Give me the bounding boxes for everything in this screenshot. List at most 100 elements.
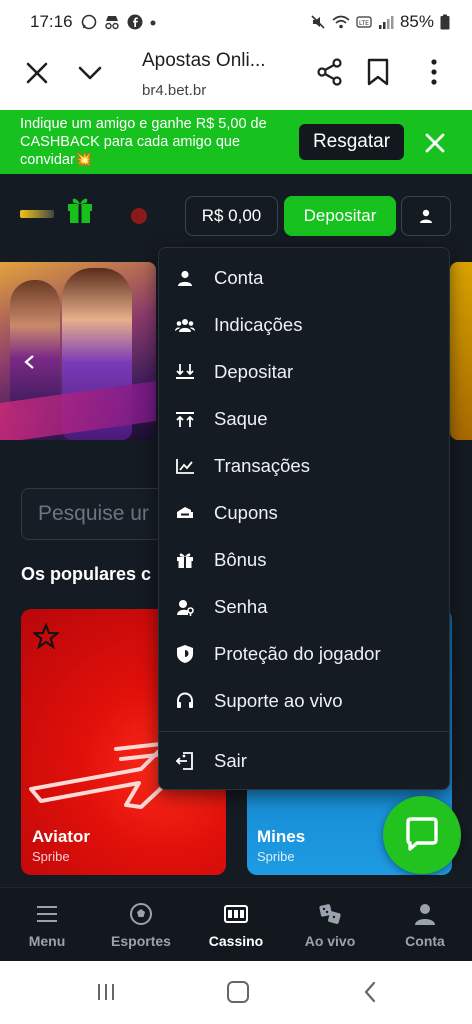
back-icon[interactable] xyxy=(362,981,378,1003)
deposit-button[interactable]: Depositar xyxy=(284,196,396,236)
headset-icon xyxy=(174,690,196,712)
menu-item-senha[interactable]: Senha xyxy=(159,583,449,630)
wifi-icon xyxy=(332,15,350,29)
transactions-chart-icon xyxy=(174,455,196,477)
menu-item-label: Indicações xyxy=(214,313,303,335)
slot-machine-icon xyxy=(224,905,248,923)
promo-banner: Indique um amigo e ganhe R$ 5,00 de CASH… xyxy=(0,110,472,174)
menu-item-suporte[interactable]: Suporte ao vivo xyxy=(159,677,449,724)
svg-text:LTE: LTE xyxy=(359,20,369,27)
menu-item-label: Senha xyxy=(214,595,268,617)
nav-item-ao-vivo[interactable]: Ao vivo xyxy=(283,888,377,962)
menu-item-label: Transações xyxy=(214,454,310,476)
menu-divider xyxy=(159,731,449,732)
incognito-icon xyxy=(104,16,119,30)
nav-item-conta[interactable]: Conta xyxy=(378,888,472,962)
home-icon[interactable] xyxy=(227,981,249,1003)
banner-figure xyxy=(10,280,60,410)
more-vert-icon[interactable] xyxy=(424,58,444,86)
share-icon[interactable] xyxy=(316,58,344,86)
arrow-left-icon[interactable] xyxy=(22,354,38,370)
menu-item-protecao-jogador[interactable]: Proteção do jogador xyxy=(159,630,449,677)
site-logo[interactable] xyxy=(20,210,54,218)
menu-item-label: Bônus xyxy=(214,548,267,570)
user-icon xyxy=(174,267,196,289)
nav-item-label: Menu xyxy=(28,933,66,949)
hamburger-icon xyxy=(37,906,57,922)
menu-item-label: Proteção do jogador xyxy=(214,642,381,664)
nav-item-label: Cassino xyxy=(208,933,264,949)
coupon-icon xyxy=(174,502,196,524)
redeem-button[interactable]: Resgatar xyxy=(299,124,404,160)
referrals-icon xyxy=(174,314,196,336)
battery-icon xyxy=(440,14,450,30)
promo-carousel-slide-next[interactable] xyxy=(450,262,472,440)
menu-item-label: Sair xyxy=(214,749,247,771)
menu-item-bonus[interactable]: Bônus xyxy=(159,536,449,583)
password-icon xyxy=(174,596,196,618)
section-title-popular: Os populares c xyxy=(21,564,152,584)
browser-toolbar: Apostas Onli... br4.bet.br xyxy=(0,44,472,110)
dice-icon xyxy=(319,904,341,924)
live-chat-button[interactable] xyxy=(383,796,461,874)
menu-item-saque[interactable]: Saque xyxy=(159,395,449,442)
recent-apps-icon[interactable] xyxy=(96,983,116,1001)
account-dropdown-menu: Conta Indicações Depositar Saque Transaç… xyxy=(158,247,450,790)
browser-url[interactable]: br4.bet.br xyxy=(142,82,206,99)
nav-item-label: Esportes xyxy=(111,933,171,949)
menu-item-depositar[interactable]: Depositar xyxy=(159,348,449,395)
status-bar: 17:16 LTE 85% xyxy=(0,0,472,44)
volte-icon: LTE xyxy=(356,16,372,28)
game-name: Aviator xyxy=(32,827,90,846)
bookmark-icon[interactable] xyxy=(366,58,390,86)
battery-percent: 85% xyxy=(399,12,434,31)
system-navigation-bar xyxy=(0,961,472,1024)
shield-icon xyxy=(174,643,196,665)
close-icon[interactable] xyxy=(424,132,446,154)
facebook-icon xyxy=(127,14,143,30)
menu-item-transacoes[interactable]: Transações xyxy=(159,442,449,489)
nav-item-esportes[interactable]: Esportes xyxy=(94,888,188,962)
balance-display[interactable]: R$ 0,00 xyxy=(185,196,278,236)
deposit-icon xyxy=(174,361,196,383)
game-provider: Spribe xyxy=(257,849,295,864)
nav-item-cassino[interactable]: Cassino xyxy=(189,888,283,962)
promo-text: Indique um amigo e ganhe R$ 5,00 de CASH… xyxy=(20,116,267,168)
whatsapp-icon xyxy=(81,14,96,30)
signal-icon xyxy=(378,16,394,29)
dot-icon xyxy=(150,20,156,26)
nav-item-label: Conta xyxy=(405,933,445,949)
nav-item-label: Ao vivo xyxy=(304,933,356,949)
logout-icon xyxy=(174,750,196,772)
nav-item-menu[interactable]: Menu xyxy=(0,888,94,962)
menu-item-indicacoes[interactable]: Indicações xyxy=(159,301,449,348)
menu-item-label: Depositar xyxy=(214,360,294,382)
mute-icon xyxy=(311,15,325,29)
soccer-ball-icon xyxy=(130,903,152,925)
gift-icon[interactable] xyxy=(66,194,94,224)
bottom-navigation: Menu Esportes Cassino Ao vivo Conta xyxy=(0,887,472,961)
chevron-down-icon[interactable] xyxy=(76,60,104,86)
withdraw-icon xyxy=(174,408,196,430)
site-header: R$ 0,00 Depositar xyxy=(0,174,472,248)
game-name: Mines xyxy=(257,827,306,846)
close-icon[interactable] xyxy=(24,60,50,86)
gift-icon xyxy=(174,549,196,571)
favorite-star-icon[interactable] xyxy=(33,623,59,649)
browser-page-title: Apostas Onli... xyxy=(142,50,266,71)
menu-item-conta[interactable]: Conta xyxy=(159,254,449,301)
menu-item-label: Cupons xyxy=(214,501,278,523)
chat-bubble-icon xyxy=(406,817,438,851)
menu-item-label: Suporte ao vivo xyxy=(214,689,343,711)
account-button[interactable] xyxy=(401,196,451,236)
user-icon xyxy=(420,209,432,223)
user-icon xyxy=(415,904,435,925)
status-time: 17:16 xyxy=(30,12,73,31)
game-provider: Spribe xyxy=(32,849,70,864)
menu-item-label: Conta xyxy=(214,266,264,288)
menu-item-cupons[interactable]: Cupons xyxy=(159,489,449,536)
promo-carousel-slide[interactable] xyxy=(0,262,156,440)
live-indicator xyxy=(131,208,147,224)
menu-item-sair[interactable]: Sair xyxy=(159,737,449,784)
menu-item-label: Saque xyxy=(214,407,268,429)
